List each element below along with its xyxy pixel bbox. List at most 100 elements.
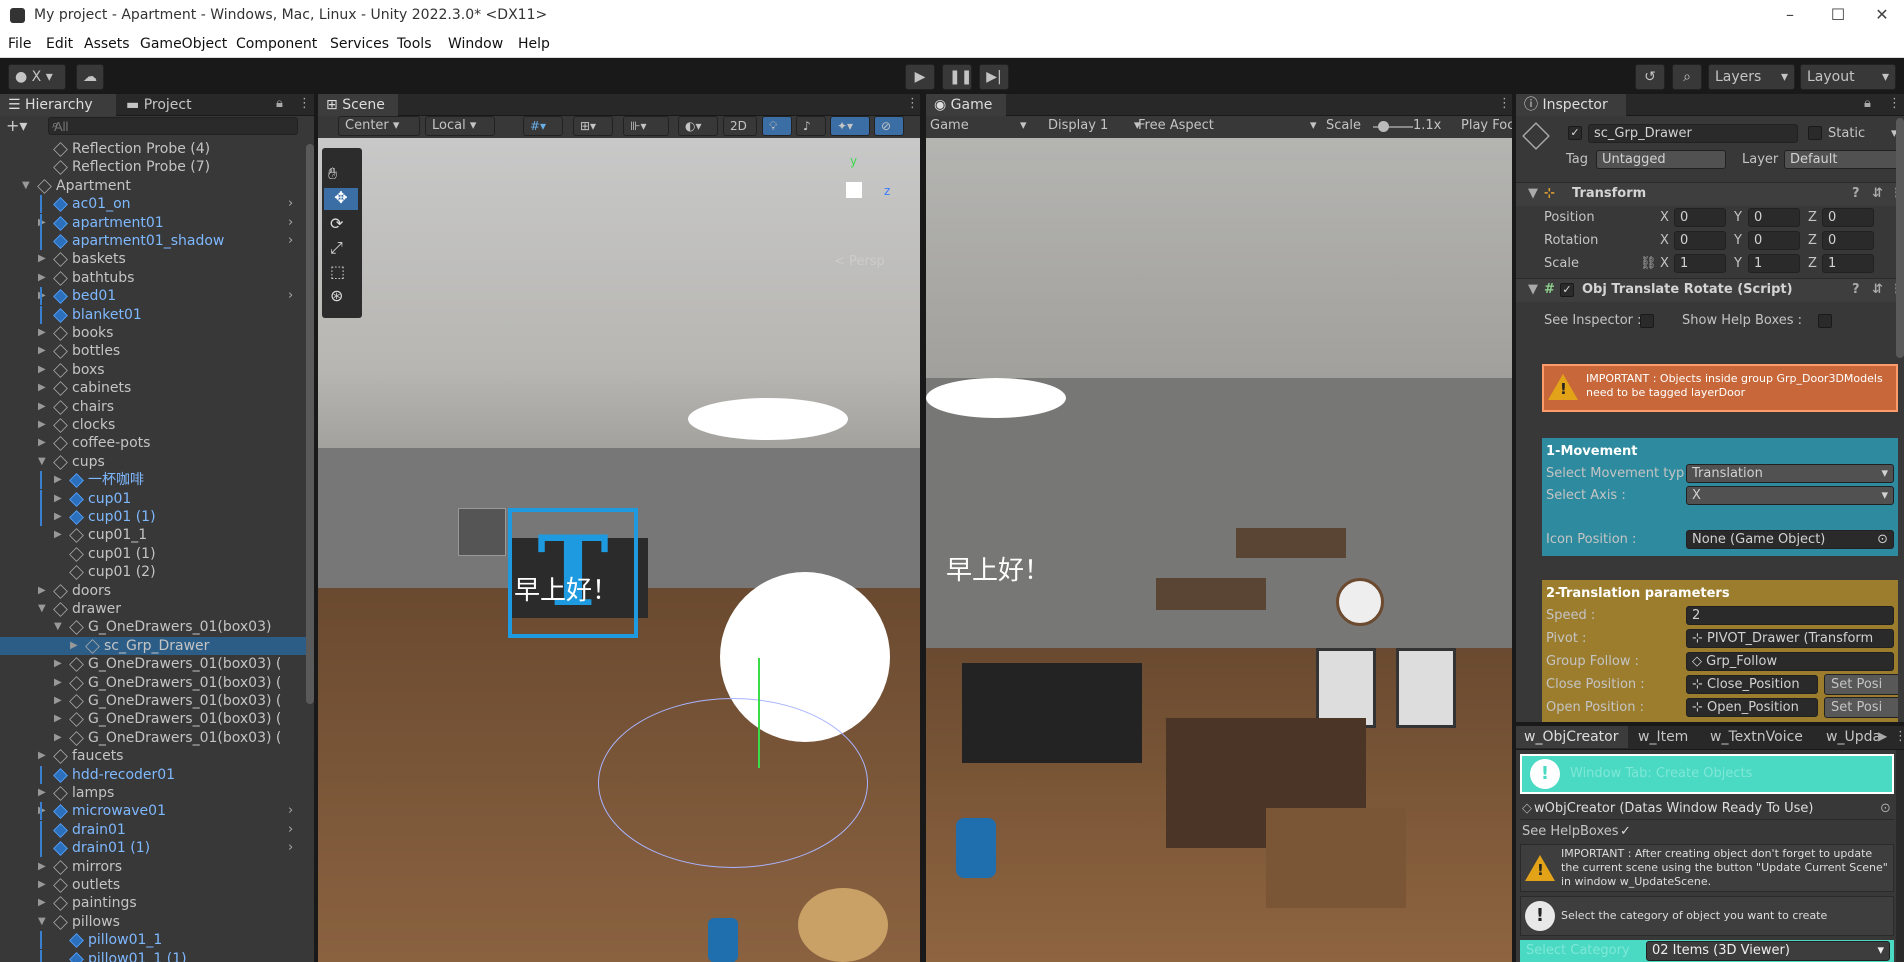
pause-icon[interactable]: ❚❚ (942, 64, 972, 90)
hierarchy-item[interactable]: ▶ bathtubs (0, 269, 308, 287)
collapsed-arrow-icon[interactable]: ▶ (38, 784, 46, 802)
hierarchy-item[interactable]: pillow01_1 (0, 931, 308, 950)
collapsed-arrow-icon[interactable]: ▶ (54, 526, 62, 544)
menu-assets[interactable]: Assets (84, 36, 130, 52)
collapsed-arrow-icon[interactable]: ▶ (54, 471, 62, 489)
prefab-open-icon[interactable]: › (288, 802, 293, 820)
collapsed-arrow-icon[interactable]: ▶ (54, 674, 62, 692)
minimize-button[interactable]: – (1770, 4, 1810, 26)
axis-z-label[interactable]: Z (1808, 233, 1817, 248)
maximize-button[interactable]: ☐ (1818, 4, 1858, 26)
movement-type-dropdown[interactable]: Translation ▾ (1686, 464, 1894, 483)
icon-position-field[interactable]: None (Game Object) ⊙ (1686, 530, 1894, 549)
transform-foldout-icon[interactable]: ▼ (1528, 183, 1538, 205)
hierarchy-item[interactable]: hdd-recoder01 (0, 765, 308, 784)
expanded-arrow-icon[interactable]: ▼ (38, 453, 46, 471)
hierarchy-item[interactable]: ▶ paintings (0, 894, 308, 912)
menu-edit[interactable]: Edit (46, 36, 73, 52)
transform-tool-icon[interactable]: ⊛ (330, 286, 343, 305)
axis-y-label[interactable]: Y (1734, 210, 1742, 225)
pivot-field[interactable]: ⊹ PIVOT_Drawer (Transform (1686, 629, 1894, 648)
game-viewport[interactable]: 早上好！ (926, 138, 1512, 962)
gizmo-center-icon[interactable] (846, 182, 862, 198)
speed-field[interactable]: 2 (1686, 606, 1894, 625)
close-button[interactable]: ✕ (1862, 4, 1902, 26)
active-checkbox[interactable]: ✓ (1568, 126, 1582, 140)
show-help-checkbox[interactable] (1818, 314, 1832, 328)
objcreator-scrollbar[interactable] (1896, 750, 1904, 962)
layers-dropdown[interactable]: Layers ▾ (1708, 64, 1795, 90)
rect-tool-icon[interactable]: ⬚ (330, 262, 345, 281)
inspector-lock-icon[interactable]: 🔒︎ (1864, 96, 1871, 111)
hierarchy-item[interactable]: ▶ lamps (0, 784, 308, 802)
menu-services[interactable]: Services (330, 36, 389, 52)
tab-inspector[interactable]: ⓘ Inspector (1516, 94, 1626, 116)
collapsed-arrow-icon[interactable]: ▶ (54, 508, 62, 526)
axis-z-label[interactable]: Z (1808, 256, 1817, 271)
axis-x-label[interactable]: X (1660, 233, 1669, 248)
transform-z-field[interactable]: 1 (1822, 254, 1874, 273)
aspect-dropdown[interactable]: Free Aspect ▾ (1138, 118, 1317, 133)
see-helpboxes-checkbox[interactable]: ✓ (1620, 824, 1631, 839)
expanded-arrow-icon[interactable]: ▼ (54, 618, 62, 636)
hierarchy-item[interactable]: ▶ faucets (0, 747, 308, 765)
step-icon[interactable]: ▶| (979, 64, 1009, 90)
add-icon[interactable]: +▾ (6, 116, 27, 135)
transform-x-field[interactable]: 1 (1674, 254, 1726, 273)
expanded-arrow-icon[interactable]: ▼ (38, 600, 46, 618)
prefab-open-icon[interactable]: › (288, 287, 293, 305)
effects-icon[interactable]: ✦▾ (830, 116, 870, 136)
collapsed-arrow-icon[interactable]: ▶ (54, 692, 62, 710)
play-icon[interactable]: ▶ (905, 64, 935, 90)
hierarchy-item[interactable]: ▶ coffee-pots (0, 434, 308, 452)
close-position-field[interactable]: ⊹ Close_Position (1686, 675, 1818, 694)
collapsed-arrow-icon[interactable]: ▶ (38, 250, 46, 268)
collapsed-arrow-icon[interactable]: ▶ (38, 398, 46, 416)
move-gizmo-y-axis[interactable] (758, 658, 760, 768)
space-dropdown[interactable]: Local ▾ (425, 116, 495, 136)
account-dropdown[interactable]: ● X ▾ (8, 64, 66, 90)
game-menu-icon[interactable]: ⋮ (1498, 96, 1511, 111)
hierarchy-item[interactable]: ▶ G_OneDrawers_01(box03) ( (0, 655, 308, 673)
gizmo-z-label[interactable]: z (884, 184, 890, 198)
hierarchy-item[interactable]: ▶ books (0, 324, 308, 342)
toggle-2d-button[interactable]: 2D (723, 116, 757, 136)
hierarchy-item[interactable]: drain01 › (0, 820, 308, 839)
hierarchy-item[interactable]: ▼ Apartment (0, 177, 308, 195)
tab-hierarchy[interactable]: ☰ Hierarchy (0, 94, 116, 116)
inspector-scrollbar[interactable] (1896, 118, 1904, 358)
object-picker-icon[interactable]: ⊙ (1880, 801, 1891, 816)
kebab-menu-icon[interactable]: ⋮ (298, 96, 311, 111)
collapsed-arrow-icon[interactable]: ▶ (38, 876, 46, 894)
hierarchy-item[interactable]: ▼ cups (0, 453, 308, 471)
hierarchy-item[interactable]: ▶ G_OneDrawers_01(box03) ( (0, 710, 308, 728)
hierarchy-item[interactable]: ▼ G_OneDrawers_01(box03) (0, 618, 308, 636)
category-dropdown[interactable]: 02 Items (3D Viewer) ▾ (1646, 941, 1890, 961)
hierarchy-item[interactable]: ▶ clocks (0, 416, 308, 434)
hierarchy-item[interactable]: ▶ 一杯咖啡 (0, 471, 308, 490)
pivot-dropdown[interactable]: Center ▾ (338, 116, 420, 136)
hierarchy-item[interactable]: ▼ drawer (0, 600, 308, 618)
transform-x-field[interactable]: 0 (1674, 208, 1726, 227)
scale-slider-thumb[interactable] (1378, 121, 1389, 132)
hierarchy-item[interactable]: ▶ sc_Grp_Drawer (0, 636, 308, 655)
transform-preset-icon[interactable]: ⇵ (1872, 183, 1883, 205)
tab-game[interactable]: ◉ Game (926, 94, 1006, 116)
set-open-position-button[interactable]: Set Posi (1824, 697, 1898, 718)
hierarchy-search-input[interactable] (48, 117, 298, 135)
prefab-open-icon[interactable]: › (288, 232, 293, 250)
hierarchy-item[interactable]: ▶bed01› (0, 287, 308, 306)
script-preset-icon[interactable]: ⇵ (1872, 279, 1883, 301)
perspective-label[interactable]: < Persp (834, 254, 885, 269)
hand-tool-icon[interactable]: ✋︎ (328, 164, 337, 184)
collapsed-arrow-icon[interactable]: ▶ (54, 655, 62, 673)
axis-y-label[interactable]: Y (1734, 233, 1742, 248)
script-header[interactable]: Obj Translate Rotate (Script) ▼ # ✓ ? ⇵ … (1516, 278, 1904, 302)
open-position-field[interactable]: ⊹ Open_Position (1686, 698, 1818, 717)
bottom-menu-icon[interactable]: ⋮ (1894, 729, 1904, 744)
inspector-menu-icon[interactable]: ⋮ (1888, 96, 1901, 111)
tab-scroll-icon[interactable]: ▶ (1878, 729, 1887, 743)
hierarchy-item[interactable]: ▶ boxs (0, 361, 308, 379)
hierarchy-item[interactable]: ▶ baskets (0, 250, 308, 268)
hierarchy-item[interactable]: cup01 (1) (0, 545, 308, 563)
